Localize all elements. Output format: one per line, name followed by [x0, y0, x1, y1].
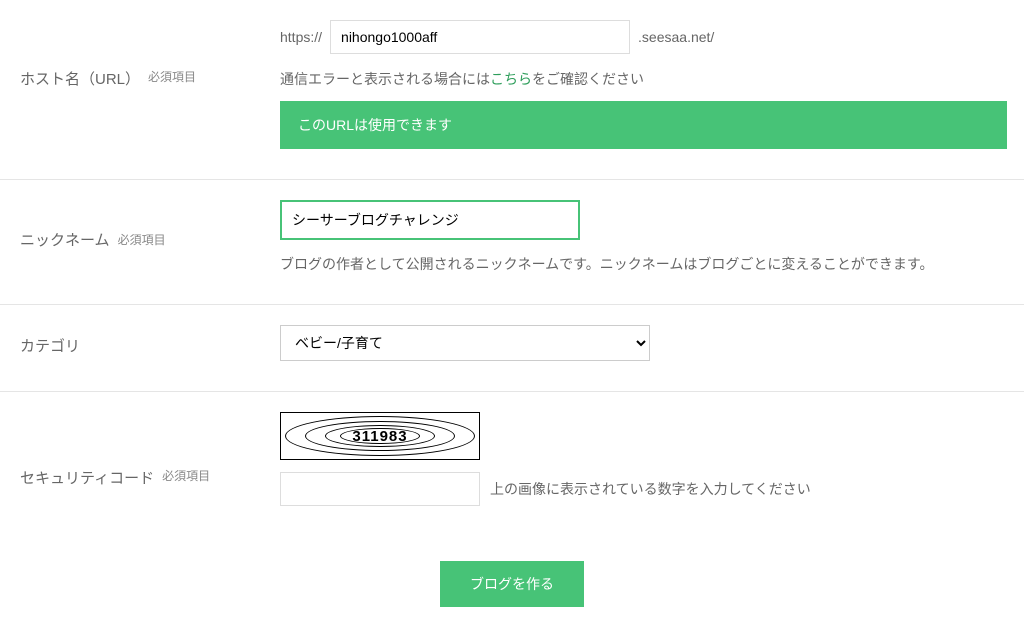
url-hint-link[interactable]: こちら: [490, 71, 532, 87]
nickname-input[interactable]: [280, 200, 580, 240]
label-host-url: ホスト名（URL）: [20, 68, 140, 89]
captcha-image: 311983: [280, 412, 480, 460]
create-blog-button[interactable]: ブログを作る: [440, 561, 584, 607]
host-url-input[interactable]: [330, 20, 630, 54]
captcha-code: 311983: [352, 428, 407, 445]
row-nickname: ニックネーム 必須項目 ブログの作者として公開されるニックネームです。ニックネー…: [0, 180, 1024, 305]
submit-row: ブログを作る: [0, 536, 1024, 632]
input-col-nickname: ブログの作者として公開されるニックネームです。ニックネームはブログごとに変えるこ…: [280, 200, 1024, 274]
url-hint-before: 通信エラーと表示される場合には: [280, 71, 490, 87]
input-col-category: ベビー/子育て: [280, 325, 1024, 361]
category-select[interactable]: ベビー/子育て: [280, 325, 650, 361]
url-input-line: https:// .seesaa.net/: [280, 20, 1007, 54]
url-hint-after: をご確認ください: [532, 71, 644, 87]
label-nickname: ニックネーム: [20, 229, 110, 250]
url-hint: 通信エラーと表示される場合にはこちらをご確認ください: [280, 69, 1007, 89]
input-col-security: 311983 上の画像に表示されている数字を入力してください: [280, 412, 1024, 506]
required-badge: 必須項目: [148, 68, 196, 85]
required-badge: 必須項目: [162, 467, 210, 484]
security-code-input[interactable]: [280, 472, 480, 506]
url-suffix: .seesaa.net/: [638, 29, 714, 45]
label-col-security: セキュリティコード 必須項目: [20, 412, 280, 506]
row-host-url: ホスト名（URL） 必須項目 https:// .seesaa.net/ 通信エ…: [0, 0, 1024, 180]
nickname-hint: ブログの作者として公開されるニックネームです。ニックネームはブログごとに変えるこ…: [280, 254, 1004, 274]
row-security: セキュリティコード 必須項目 311983 上の画像に表示されている数字を入力し…: [0, 392, 1024, 536]
required-badge: 必須項目: [118, 231, 166, 248]
url-prefix: https://: [280, 29, 322, 45]
row-category: カテゴリ ベビー/子育て: [0, 305, 1024, 392]
label-security: セキュリティコード: [20, 467, 154, 488]
label-col-nickname: ニックネーム 必須項目: [20, 200, 280, 274]
label-col-category: カテゴリ: [20, 325, 280, 361]
url-success-message: このURLは使用できます: [280, 101, 1007, 149]
input-col-url: https:// .seesaa.net/ 通信エラーと表示される場合にはこちら…: [280, 20, 1024, 149]
security-hint: 上の画像に表示されている数字を入力してください: [490, 479, 811, 499]
captcha-input-row: 上の画像に表示されている数字を入力してください: [280, 472, 1004, 506]
label-category: カテゴリ: [20, 335, 80, 356]
label-col-url: ホスト名（URL） 必須項目: [20, 20, 280, 149]
